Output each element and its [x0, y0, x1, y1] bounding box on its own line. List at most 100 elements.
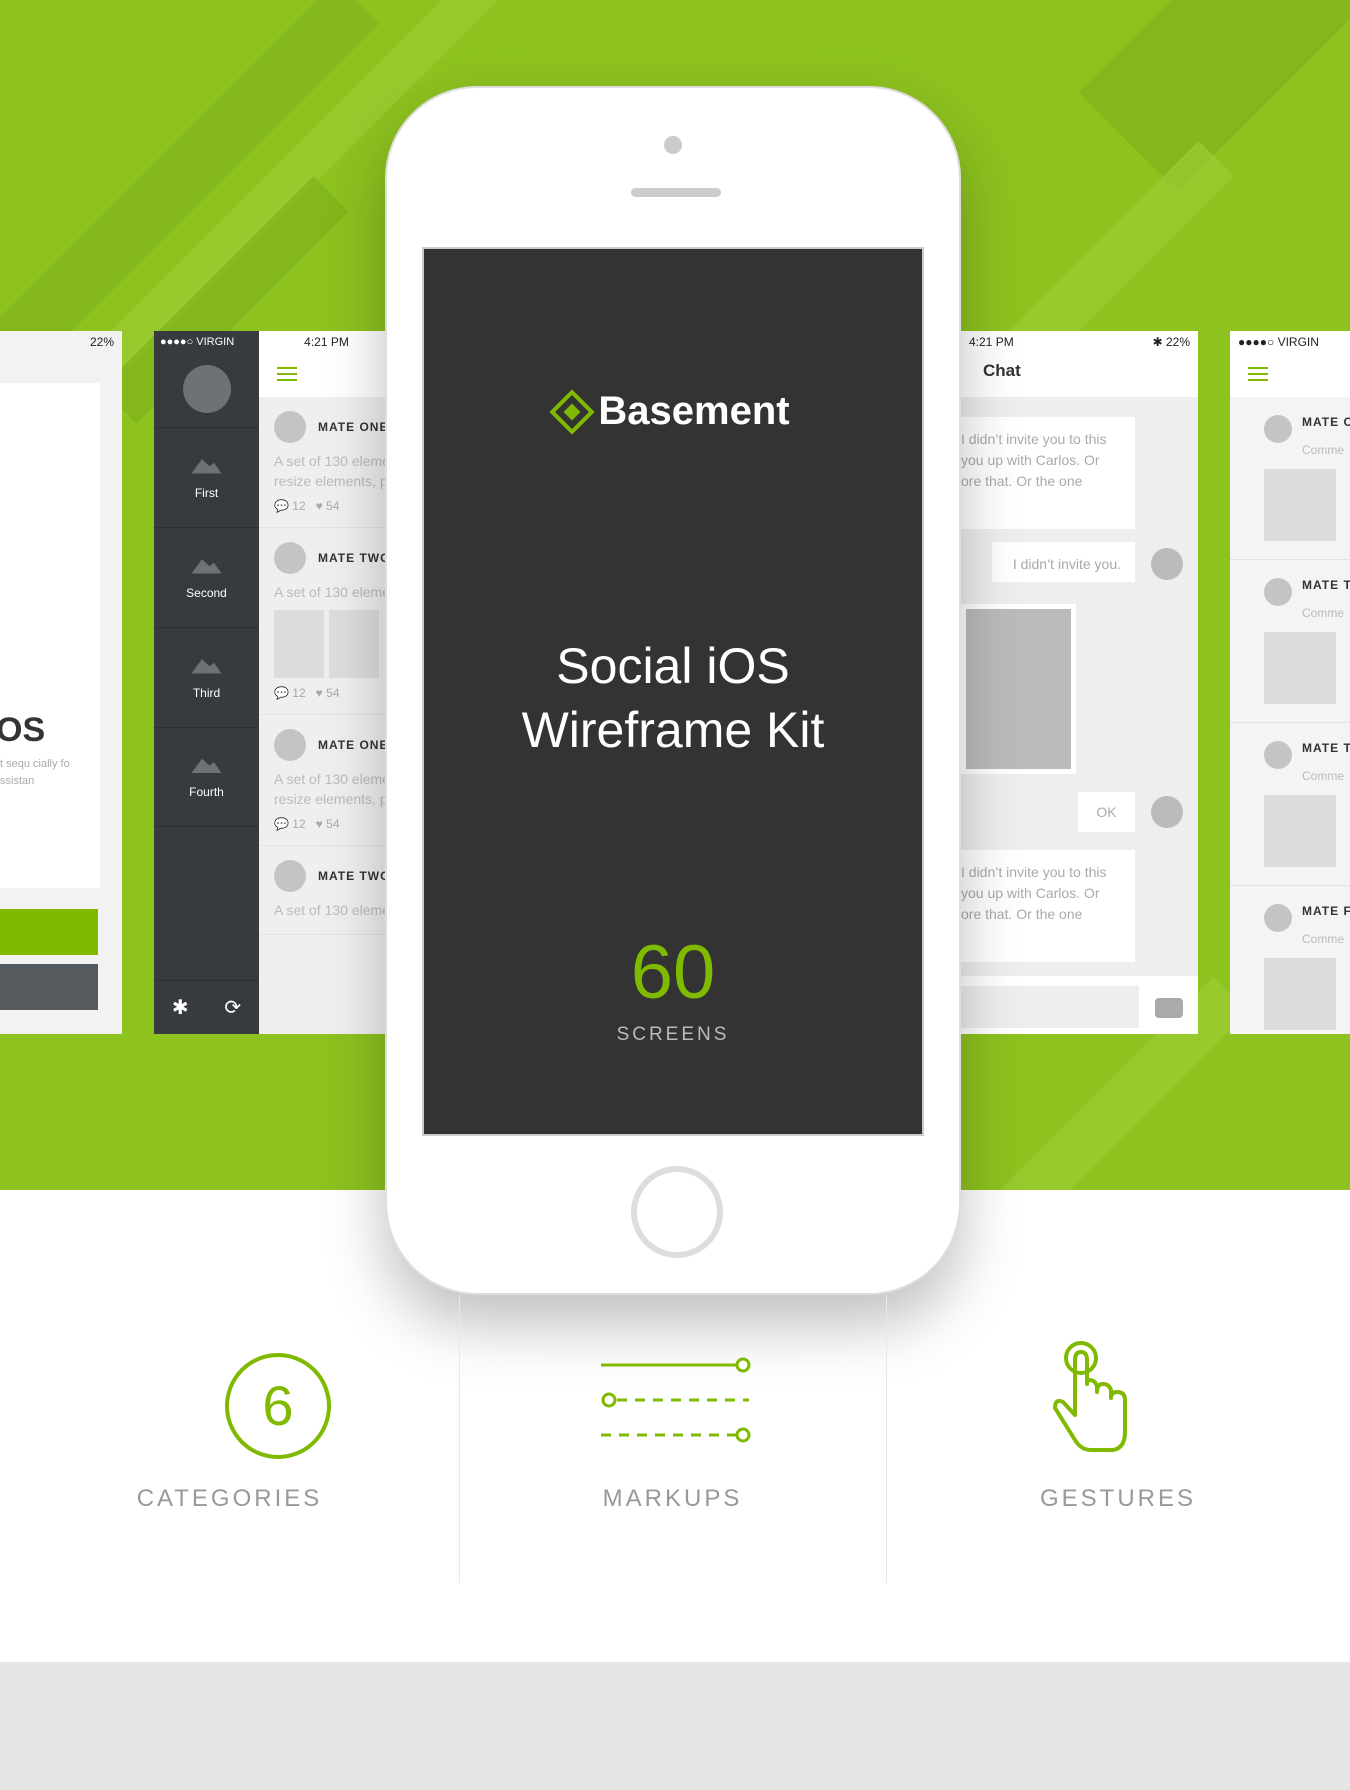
avatar	[1264, 415, 1292, 443]
timeline-screen-preview: ●●●●○ VIRGIN MATE O Comme MATE T Comme MAT…	[1230, 331, 1350, 1034]
comment-icon: 💬	[274, 686, 289, 700]
diamond-logo-icon	[549, 388, 596, 435]
message-bubble: OK	[1078, 792, 1135, 832]
mountain-icon	[191, 459, 222, 474]
post-author: MATE TWO	[318, 869, 391, 883]
carrier: ●●●●○ VIRGIN	[1238, 335, 1319, 349]
image-placeholder	[329, 610, 379, 678]
message-bubble: I didn’t invite you to this you up with …	[961, 417, 1135, 529]
comment-icon: 💬	[274, 499, 289, 513]
title-line: Wireframe Kit	[521, 702, 825, 758]
feed: 4:21 PM MATE ONE A set of 130 elements. C…	[259, 331, 394, 1034]
post-author: MATE ONE	[318, 420, 389, 434]
like-count: 54	[326, 499, 340, 513]
carrier: ●●●●○ VIRGIN	[160, 336, 235, 348]
post-text: A set of 130 elements	[274, 902, 394, 918]
left-screen-preview: 22% OS t sequ cially fo ssistan	[0, 331, 122, 1034]
screen-count: 60	[630, 930, 716, 1015]
list-item[interactable]: MATE TWO A set of 130 elements 💬 12 ♥ 54	[259, 528, 394, 715]
post-author: MATE T	[1302, 741, 1350, 755]
sidebar-item-label: Third	[192, 685, 221, 700]
post-author: MATE O	[1302, 415, 1350, 429]
feature-categories: 6 CATEGORIES	[0, 1295, 459, 1583]
list-item[interactable]: MATE ONE A set of 130 elements. Click, dr…	[259, 715, 394, 846]
sidebar-item-label: Second	[186, 585, 227, 600]
hamburger-icon[interactable]	[277, 367, 297, 381]
time: 4:21 PM	[969, 335, 1014, 349]
like-count: 54	[326, 686, 340, 700]
comment-count: 12	[292, 686, 306, 700]
image-placeholder	[1264, 632, 1336, 704]
post-author: MATE TWO	[318, 551, 391, 565]
battery-status: 22%	[89, 335, 114, 349]
brand-logo: Basement	[424, 388, 922, 435]
hamburger-icon[interactable]	[1248, 367, 1268, 381]
post-author: MATE ONE	[318, 738, 389, 752]
avatar	[1264, 578, 1292, 606]
title-line: Social iOS	[556, 638, 790, 694]
primary-button[interactable]	[0, 909, 98, 955]
sidebar-screen-preview: ●●●●○ VIRGIN First Second Third Fourth ✱…	[154, 331, 394, 1034]
image-placeholder	[1264, 795, 1336, 867]
comment-icon: 💬	[274, 817, 289, 831]
speaker	[631, 188, 721, 197]
list-item[interactable]: MATE F Comme	[1230, 886, 1350, 1034]
avatar[interactable]	[182, 365, 231, 413]
sidebar-item-first[interactable]: First	[154, 427, 259, 527]
avatar	[1264, 904, 1292, 932]
tap-hand-icon	[1053, 1341, 1127, 1452]
brand-name: Basement	[598, 389, 790, 433]
post-subtitle: Comme	[1302, 443, 1345, 457]
feature-label: MARKUPS	[602, 1485, 743, 1512]
secondary-button[interactable]	[0, 964, 98, 1010]
message-input[interactable]	[961, 986, 1139, 1028]
sidebar-item-third[interactable]: Third	[154, 627, 259, 727]
gear-icon[interactable]: ✱	[154, 981, 207, 1034]
comment-count: 12	[292, 817, 306, 831]
list-item[interactable]: MATE T Comme	[1230, 560, 1350, 723]
sidebar-item-label: Fourth	[189, 785, 224, 799]
logout-icon[interactable]: ⟳	[207, 981, 260, 1034]
avatar	[274, 860, 306, 892]
body-text: t sequ cially fo ssistan	[0, 758, 70, 787]
chat-title: Chat	[983, 361, 1021, 380]
heart-icon: ♥	[315, 817, 323, 831]
compose-bar	[961, 976, 1198, 1034]
camera-icon[interactable]	[1155, 998, 1183, 1018]
list-item[interactable]: MATE T Comme	[1230, 723, 1350, 886]
image-placeholder	[1264, 958, 1336, 1030]
sidebar-item-second[interactable]: Second	[154, 527, 259, 627]
markup-lines-icon	[601, 1357, 751, 1443]
list-item[interactable]: MATE ONE A set of 130 elements. Click, dr…	[259, 397, 394, 528]
image-message	[961, 604, 1076, 774]
feature-label: GESTURES	[1039, 1485, 1197, 1512]
chat-screen-preview: 4:21 PM ✱ 22% Chat I didn’t invite you to …	[961, 331, 1198, 1034]
iphone-mockup: Basement Social iOS Wireframe Kit 60 SCRE…	[385, 86, 961, 1295]
comment-count: 12	[292, 499, 306, 513]
categories-badge: 6	[225, 1353, 331, 1459]
avatar	[274, 411, 306, 443]
post-author: MATE F	[1302, 904, 1350, 918]
avatar	[1151, 548, 1183, 580]
avatar	[274, 542, 306, 574]
mountain-icon	[191, 758, 222, 773]
avatar	[1151, 796, 1183, 828]
list-item[interactable]: MATE TWO A set of 130 elements	[259, 846, 394, 935]
like-count: 54	[326, 817, 340, 831]
content-card	[0, 383, 100, 888]
product-title: Social iOS Wireframe Kit	[424, 634, 922, 762]
sidebar: ●●●●○ VIRGIN First Second Third Fourth ✱…	[154, 331, 259, 1034]
heading: OS	[0, 711, 46, 749]
sidebar-item-fourth[interactable]: Fourth	[154, 727, 259, 827]
post-text: A set of 130 elements. Click, drag, resi…	[274, 771, 394, 807]
time: 4:21 PM	[304, 335, 349, 349]
post-text: A set of 130 elements	[274, 584, 394, 600]
battery-status: ✱ 22%	[1152, 335, 1190, 349]
image-placeholder	[1264, 469, 1336, 541]
home-button[interactable]	[631, 1166, 723, 1258]
list-item[interactable]: MATE O Comme	[1230, 397, 1350, 560]
sidebar-item-label: First	[194, 485, 219, 500]
image-placeholder	[274, 610, 324, 678]
mountain-icon	[191, 559, 222, 574]
feature-label: CATEGORIES	[136, 1485, 323, 1512]
